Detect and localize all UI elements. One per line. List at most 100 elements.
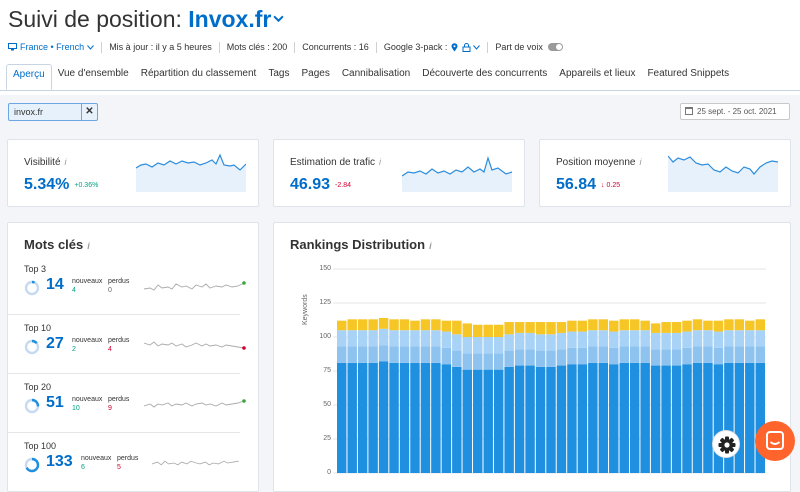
bar-segment[interactable] bbox=[609, 347, 619, 365]
bar-segment[interactable] bbox=[734, 319, 745, 331]
bar-segment[interactable] bbox=[619, 362, 629, 473]
bar-segment[interactable] bbox=[473, 369, 483, 473]
bar-segment[interactable] bbox=[493, 324, 504, 337]
bar-segment[interactable] bbox=[525, 322, 535, 333]
bar-segment[interactable] bbox=[357, 346, 368, 363]
bar-segment[interactable] bbox=[337, 346, 347, 363]
bar-segment[interactable] bbox=[640, 320, 650, 331]
bar-segment[interactable] bbox=[337, 362, 347, 473]
bar-segment[interactable] bbox=[337, 330, 347, 347]
bar-segment[interactable] bbox=[473, 353, 483, 370]
bar-segment[interactable] bbox=[703, 320, 713, 331]
bar-segment[interactable] bbox=[724, 346, 734, 363]
bar-segment[interactable] bbox=[713, 347, 724, 365]
bar-segment[interactable] bbox=[661, 332, 671, 350]
bar-segment[interactable] bbox=[567, 331, 577, 348]
bar-segment[interactable] bbox=[745, 330, 755, 347]
bar-segment[interactable] bbox=[410, 330, 420, 347]
bar-segment[interactable] bbox=[650, 349, 661, 366]
bar-segment[interactable] bbox=[410, 362, 420, 473]
bar-segment[interactable] bbox=[399, 319, 410, 331]
bar-segment[interactable] bbox=[588, 346, 598, 363]
bar-segment[interactable] bbox=[493, 369, 504, 473]
bar-segment[interactable] bbox=[546, 322, 556, 335]
bar-segment[interactable] bbox=[619, 319, 629, 331]
bar-segment[interactable] bbox=[525, 365, 535, 473]
bar-segment[interactable] bbox=[629, 346, 640, 363]
bar-segment[interactable] bbox=[671, 349, 682, 366]
bar-segment[interactable] bbox=[682, 347, 692, 365]
bar-segment[interactable] bbox=[661, 365, 671, 473]
bar-segment[interactable] bbox=[598, 346, 609, 363]
chat-button[interactable] bbox=[755, 421, 795, 461]
bar-segment[interactable] bbox=[420, 362, 431, 473]
bar-segment[interactable] bbox=[452, 350, 462, 367]
bar-segment[interactable] bbox=[357, 319, 368, 331]
bar-segment[interactable] bbox=[682, 331, 692, 348]
bar-segment[interactable] bbox=[483, 353, 493, 370]
bar-segment[interactable] bbox=[588, 330, 598, 347]
bar-segment[interactable] bbox=[410, 346, 420, 363]
bar-segment[interactable] bbox=[598, 319, 609, 331]
bar-segment[interactable] bbox=[713, 331, 724, 348]
bar-segment[interactable] bbox=[567, 347, 577, 365]
bar-segment[interactable] bbox=[650, 323, 661, 333]
bar-segment[interactable] bbox=[609, 331, 619, 348]
bar-segment[interactable] bbox=[514, 332, 525, 350]
bar-segment[interactable] bbox=[640, 362, 650, 473]
bar-segment[interactable] bbox=[525, 349, 535, 366]
bar-segment[interactable] bbox=[483, 337, 493, 354]
bar-segment[interactable] bbox=[410, 320, 420, 331]
bar-segment[interactable] bbox=[619, 346, 629, 363]
bar-segment[interactable] bbox=[724, 330, 734, 347]
bar-segment[interactable] bbox=[504, 334, 514, 351]
bar-segment[interactable] bbox=[609, 364, 619, 473]
bar-segment[interactable] bbox=[703, 346, 713, 363]
bar-segment[interactable] bbox=[556, 322, 567, 333]
bar-segment[interactable] bbox=[577, 331, 588, 348]
bar-segment[interactable] bbox=[535, 350, 546, 367]
bar-segment[interactable] bbox=[692, 362, 703, 473]
bar-segment[interactable] bbox=[577, 364, 588, 473]
bar-segment[interactable] bbox=[650, 332, 661, 350]
bar-segment[interactable] bbox=[452, 320, 462, 335]
bar-segment[interactable] bbox=[473, 337, 483, 354]
bar-segment[interactable] bbox=[567, 364, 577, 473]
bar-segment[interactable] bbox=[452, 366, 462, 473]
bar-segment[interactable] bbox=[389, 346, 399, 363]
bar-segment[interactable] bbox=[389, 319, 399, 331]
bar-segment[interactable] bbox=[577, 320, 588, 332]
bar-segment[interactable] bbox=[452, 334, 462, 351]
bar-segment[interactable] bbox=[671, 322, 682, 333]
bar-segment[interactable] bbox=[514, 349, 525, 366]
bar-segment[interactable] bbox=[378, 328, 389, 346]
bar-segment[interactable] bbox=[504, 366, 514, 473]
bar-segment[interactable] bbox=[347, 346, 357, 363]
bar-segment[interactable] bbox=[493, 353, 504, 370]
bar-segment[interactable] bbox=[745, 346, 755, 363]
bar-segment[interactable] bbox=[431, 319, 441, 331]
bar-segment[interactable] bbox=[629, 319, 640, 331]
bar-segment[interactable] bbox=[661, 322, 671, 333]
bar-segment[interactable] bbox=[713, 320, 724, 332]
bar-segment[interactable] bbox=[504, 322, 514, 335]
bar-segment[interactable] bbox=[368, 319, 378, 331]
bar-segment[interactable] bbox=[535, 366, 546, 473]
bar-segment[interactable] bbox=[514, 322, 525, 333]
bar-segment[interactable] bbox=[525, 332, 535, 350]
bar-segment[interactable] bbox=[462, 353, 473, 370]
bar-segment[interactable] bbox=[347, 319, 357, 331]
bar-segment[interactable] bbox=[462, 369, 473, 473]
bar-segment[interactable] bbox=[745, 362, 755, 473]
bar-segment[interactable] bbox=[347, 362, 357, 473]
bar-segment[interactable] bbox=[504, 350, 514, 367]
bar-segment[interactable] bbox=[629, 330, 640, 347]
bar-segment[interactable] bbox=[535, 334, 546, 351]
bar-segment[interactable] bbox=[431, 346, 441, 363]
bar-segment[interactable] bbox=[629, 362, 640, 473]
bar-segment[interactable] bbox=[420, 330, 431, 347]
bar-segment[interactable] bbox=[399, 362, 410, 473]
bar-segment[interactable] bbox=[609, 320, 619, 332]
bar-segment[interactable] bbox=[441, 347, 452, 365]
bar-segment[interactable] bbox=[368, 346, 378, 363]
